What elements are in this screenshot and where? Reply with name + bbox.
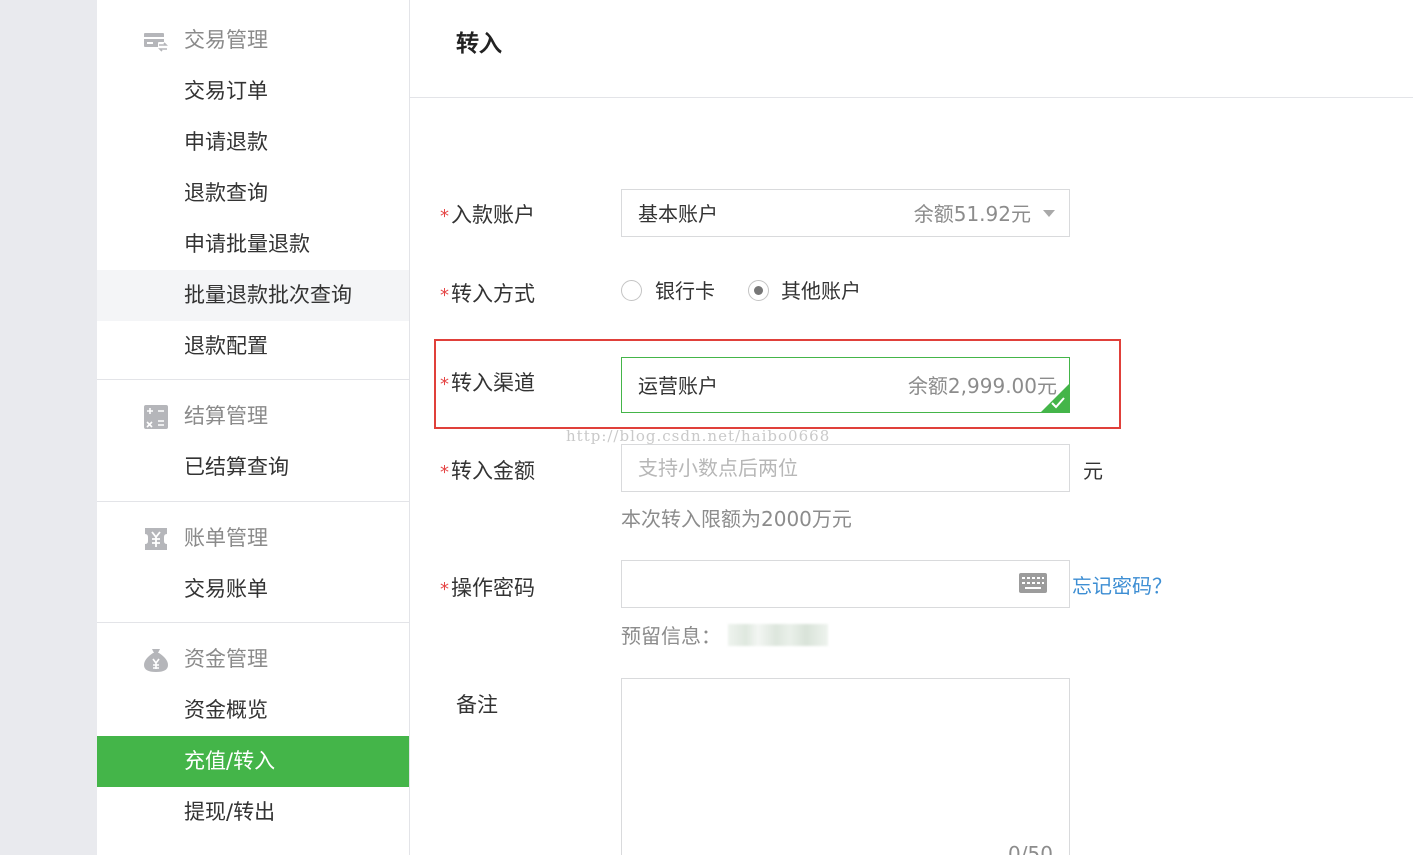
password-label-text: 操作密码 bbox=[451, 576, 535, 600]
radio-bank-card[interactable] bbox=[621, 280, 642, 301]
keyboard-icon[interactable] bbox=[1018, 571, 1048, 595]
nav-group-transaction: 交易管理 交易订单 申请退款 退款查询 申请批量退款 批量退款批次查询 退款配置 bbox=[97, 15, 409, 372]
sidebar-item-settled-query[interactable]: 已结算查询 bbox=[97, 442, 409, 493]
sidebar-item-batch-refund-query[interactable]: 批量退款批次查询 bbox=[97, 270, 409, 321]
group-label-bill: 账单管理 bbox=[184, 526, 268, 550]
amount-label-text: 转入金额 bbox=[451, 459, 535, 483]
page-title: 转入 bbox=[456, 31, 502, 57]
transfer-channel-label: *转入渠道 bbox=[440, 367, 535, 397]
deposit-account-select[interactable]: 基本账户 余额51.92元 bbox=[621, 189, 1070, 237]
required-mark: * bbox=[440, 462, 449, 483]
transfer-method-label-text: 转入方式 bbox=[451, 282, 535, 306]
password-input[interactable] bbox=[621, 560, 1070, 608]
group-header-bill: 账单管理 bbox=[97, 513, 409, 564]
calculator-icon bbox=[144, 405, 168, 429]
sidebar-item-batch-refund[interactable]: 申请批量退款 bbox=[97, 219, 409, 270]
deposit-account-balance: 余额51.92元 bbox=[913, 202, 1031, 226]
sidebar-item-refund-query[interactable]: 退款查询 bbox=[97, 168, 409, 219]
radio-bank-card-label[interactable]: 银行卡 bbox=[655, 276, 715, 306]
sidebar-item-apply-refund[interactable]: 申请退款 bbox=[97, 117, 409, 168]
remark-char-counter: 0/50 bbox=[1008, 842, 1053, 855]
password-label: *操作密码 bbox=[440, 572, 535, 602]
transfer-method-label: *转入方式 bbox=[440, 278, 535, 308]
group-header-funds: 资金管理 bbox=[97, 634, 409, 685]
forgot-password-link[interactable]: 忘记密码？ bbox=[1072, 570, 1172, 599]
transfer-channel-select[interactable]: 运营账户 余额2,999.00元 bbox=[621, 357, 1070, 413]
sidebar-divider bbox=[97, 622, 409, 623]
nav-group-bill: 账单管理 交易账单 bbox=[97, 513, 409, 615]
amount-label: *转入金额 bbox=[440, 455, 535, 485]
check-icon bbox=[1051, 397, 1065, 409]
reserved-info-label: 预留信息： bbox=[621, 624, 721, 648]
sidebar: 交易管理 交易订单 申请退款 退款查询 申请批量退款 批量退款批次查询 退款配置… bbox=[97, 0, 410, 855]
deposit-account-value: 基本账户 bbox=[638, 202, 718, 226]
required-mark: * bbox=[440, 579, 449, 600]
watermark-text: http://blog.csdn.net/haibo0668 bbox=[566, 427, 831, 445]
money-bag-icon bbox=[144, 649, 168, 672]
sidebar-item-funds-overview[interactable]: 资金概览 bbox=[97, 685, 409, 736]
group-label-settlement: 结算管理 bbox=[184, 404, 268, 428]
group-label-transaction: 交易管理 bbox=[184, 28, 268, 52]
amount-input[interactable] bbox=[621, 444, 1070, 492]
transfer-channel-balance: 余额2,999.00元 bbox=[907, 374, 1057, 398]
transfer-channel-label-text: 转入渠道 bbox=[451, 371, 535, 395]
sidebar-item-recharge-transfer-in[interactable]: 充值/转入 bbox=[97, 736, 409, 787]
required-mark: * bbox=[440, 374, 449, 395]
group-header-settlement: 结算管理 bbox=[97, 391, 409, 442]
page-gutter bbox=[0, 0, 97, 855]
sidebar-item-refund-config[interactable]: 退款配置 bbox=[97, 321, 409, 372]
transaction-icon bbox=[144, 33, 168, 52]
nav-group-settlement: 结算管理 已结算查询 bbox=[97, 391, 409, 493]
required-mark: * bbox=[440, 206, 449, 227]
title-divider bbox=[410, 97, 1413, 98]
sidebar-item-trade-orders[interactable]: 交易订单 bbox=[97, 66, 409, 117]
remark-label: 备注 bbox=[456, 693, 498, 717]
sidebar-item-trade-bill[interactable]: 交易账单 bbox=[97, 564, 409, 615]
amount-limit-hint: 本次转入限额为2000万元 bbox=[621, 507, 852, 531]
remark-textarea[interactable] bbox=[621, 678, 1070, 855]
yuan-bill-icon bbox=[145, 528, 167, 550]
amount-unit: 元 bbox=[1083, 459, 1103, 483]
chevron-down-icon bbox=[1043, 210, 1055, 217]
required-mark: * bbox=[440, 285, 449, 306]
nav-group-funds: 资金管理 资金概览 充值/转入 提现/转出 bbox=[97, 634, 409, 838]
deposit-account-label: *入款账户 bbox=[440, 199, 535, 229]
deposit-account-label-text: 入款账户 bbox=[451, 203, 535, 227]
radio-other-account[interactable] bbox=[748, 280, 769, 301]
sidebar-divider bbox=[97, 379, 409, 380]
radio-other-account-label[interactable]: 其他账户 bbox=[781, 276, 861, 306]
reserved-info-blurred-value bbox=[728, 624, 828, 646]
group-label-funds: 资金管理 bbox=[184, 647, 268, 671]
transfer-channel-value: 运营账户 bbox=[638, 374, 718, 398]
sidebar-item-withdraw-transfer-out[interactable]: 提现/转出 bbox=[97, 787, 409, 838]
main-content: 转入 *入款账户 基本账户 余额51.92元 *转入方式 银行卡 其他账户 *转… bbox=[410, 0, 1413, 855]
sidebar-divider bbox=[97, 501, 409, 502]
group-header-transaction: 交易管理 bbox=[97, 15, 409, 66]
